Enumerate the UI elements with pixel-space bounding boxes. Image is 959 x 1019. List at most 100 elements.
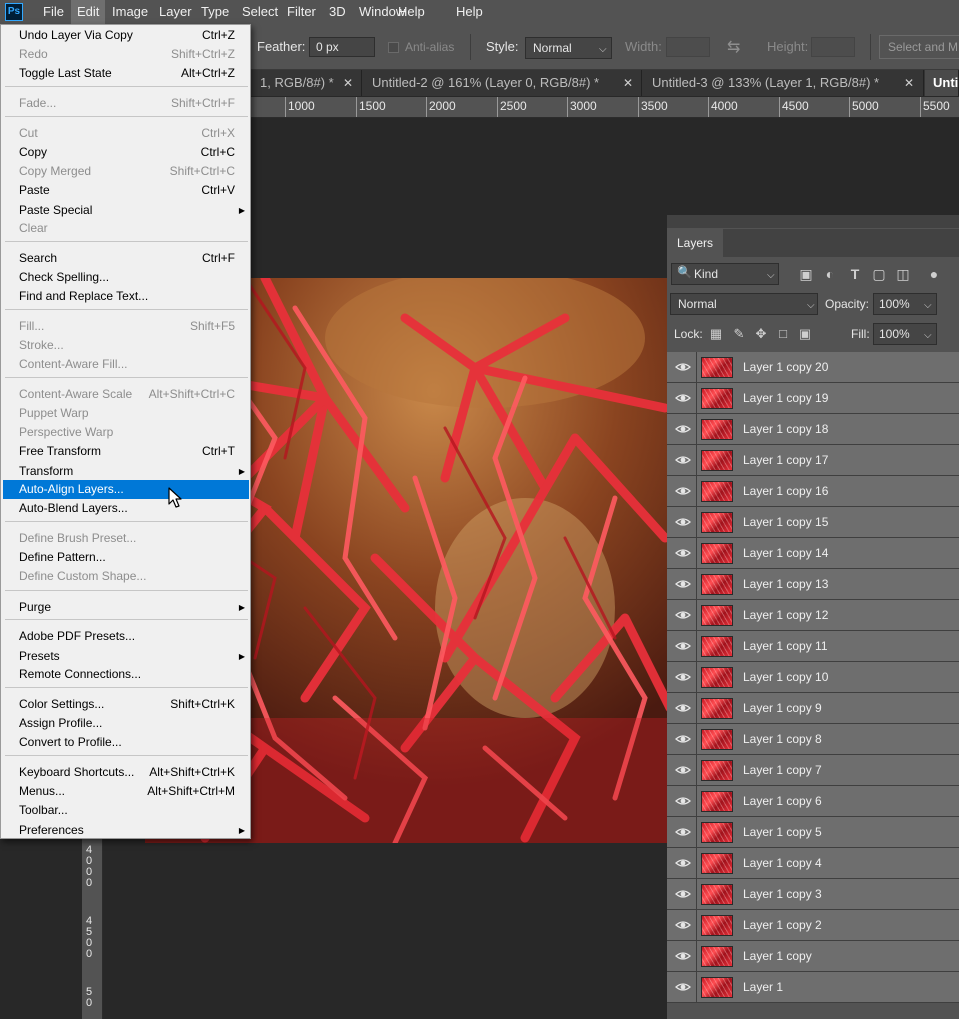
eye-visibility-icon[interactable] [675, 359, 691, 375]
tab-untitled-active[interactable]: Unti [925, 70, 959, 96]
eye-visibility-icon[interactable] [675, 421, 691, 437]
eye-visibility-icon[interactable] [675, 855, 691, 871]
blend-mode-select[interactable]: Normal [670, 293, 818, 315]
tab-untitled-2[interactable]: Untitled-2 @ 161% (Layer 0, RGB/8#) * [364, 70, 642, 96]
menu-item-find-replace[interactable]: Find and Replace Text... [3, 287, 249, 306]
eye-visibility-icon[interactable] [675, 948, 691, 964]
eye-visibility-icon[interactable] [675, 762, 691, 778]
close-icon[interactable]: ✕ [343, 70, 353, 96]
swap-dimensions-icon[interactable]: ⇆ [727, 37, 740, 57]
prevent-autonest-icon[interactable]: □ [775, 326, 791, 342]
layer-row[interactable]: Layer 1 copy 7 [667, 755, 959, 786]
menu-item-toolbar[interactable]: Toolbar... [3, 801, 249, 820]
menu-item-keyboard-shortcuts[interactable]: Keyboard Shortcuts... Alt+Shift+Ctrl+K [3, 763, 249, 782]
layer-row[interactable]: Layer 1 copy 2 [667, 910, 959, 941]
menu-item-convert-to-profile[interactable]: Convert to Profile... [3, 733, 249, 752]
anti-alias-checkbox[interactable] [388, 42, 399, 53]
menu-item-menus[interactable]: Menus... Alt+Shift+Ctrl+M [3, 782, 249, 801]
menu-item-transform[interactable]: Transform ▶ [3, 462, 249, 481]
layer-row[interactable]: Layer 1 copy 18 [667, 414, 959, 445]
eye-visibility-icon[interactable] [675, 452, 691, 468]
menu-item-preferences[interactable]: Preferences ▶ [3, 821, 249, 840]
close-icon[interactable]: ✕ [904, 70, 914, 96]
layer-row[interactable]: Layer 1 copy 20 [667, 352, 959, 383]
lock-position-icon[interactable]: ✥ [753, 326, 769, 342]
menu-item-auto-blend-layers[interactable]: Auto-Blend Layers... [3, 499, 249, 518]
eye-visibility-icon[interactable] [675, 979, 691, 995]
eye-visibility-icon[interactable] [675, 824, 691, 840]
layer-row[interactable]: Layer 1 copy 3 [667, 879, 959, 910]
menu-item-search[interactable]: Search Ctrl+F [3, 249, 249, 268]
layer-row[interactable]: Layer 1 copy 11 [667, 631, 959, 662]
eye-visibility-icon[interactable] [675, 390, 691, 406]
eye-visibility-icon[interactable] [675, 886, 691, 902]
adjustment-filter-icon[interactable]: ◐ [821, 266, 839, 282]
eye-visibility-icon[interactable] [675, 731, 691, 747]
layer-row[interactable]: Layer 1 copy 8 [667, 724, 959, 755]
close-icon[interactable]: ✕ [623, 70, 633, 96]
menu-filter[interactable]: Filter [281, 0, 322, 24]
tab-untitled-3[interactable]: Untitled-3 @ 133% (Layer 1, RGB/8#) * [644, 70, 924, 96]
layer-row[interactable]: Layer 1 copy 15 [667, 507, 959, 538]
width-input[interactable] [666, 37, 710, 57]
menu-item-paste-special[interactable]: Paste Special ▶ [3, 201, 249, 220]
menu-item-auto-align-layers[interactable]: Auto-Align Layers... [3, 480, 249, 499]
menu-edit[interactable]: Edit [71, 0, 106, 24]
feather-input[interactable]: 0 px [309, 37, 375, 57]
type-filter-icon[interactable]: T [846, 266, 864, 282]
menu-item-purge[interactable]: Purge ▶ [3, 598, 249, 617]
image-filter-icon[interactable]: ▣ [797, 266, 815, 282]
height-input[interactable] [811, 37, 855, 57]
layer-row[interactable]: Layer 1 copy [667, 941, 959, 972]
menu-item-undo[interactable]: Undo Layer Via Copy Ctrl+Z [3, 26, 249, 45]
layer-row[interactable]: Layer 1 copy 16 [667, 476, 959, 507]
eye-visibility-icon[interactable] [675, 917, 691, 933]
layer-row[interactable]: Layer 1 copy 4 [667, 848, 959, 879]
menu-layer[interactable]: Layer [153, 0, 198, 24]
menu-item-toggle-last-state[interactable]: Toggle Last State Alt+Ctrl+Z [3, 64, 249, 83]
menu-item-paste[interactable]: Paste Ctrl+V [3, 181, 249, 200]
lock-all-icon[interactable]: ▣ [797, 326, 813, 342]
menu-image[interactable]: Image [106, 0, 154, 24]
layer-row[interactable]: Layer 1 copy 5 [667, 817, 959, 848]
lock-image-pixels-icon[interactable]: ✎ [731, 326, 747, 342]
lock-transparent-pixels-icon[interactable]: ▦ [708, 326, 724, 342]
menu-item-free-transform[interactable]: Free Transform Ctrl+T [3, 442, 249, 461]
menu-item-copy[interactable]: Copy Ctrl+C [3, 143, 249, 162]
menu-item-adobe-pdf-presets[interactable]: Adobe PDF Presets... [3, 627, 249, 646]
smart-object-filter-icon[interactable]: ◫ [894, 266, 912, 282]
eye-visibility-icon[interactable] [675, 483, 691, 499]
menu-item-remote-connections[interactable]: Remote Connections... [3, 665, 249, 684]
eye-visibility-icon[interactable] [675, 514, 691, 530]
eye-visibility-icon[interactable] [675, 607, 691, 623]
menu-item-assign-profile[interactable]: Assign Profile... [3, 714, 249, 733]
layer-row[interactable]: Layer 1 copy 9 [667, 693, 959, 724]
layer-row[interactable]: Layer 1 copy 14 [667, 538, 959, 569]
menu-type[interactable]: Type [195, 0, 235, 24]
layer-row[interactable]: Layer 1 copy 12 [667, 600, 959, 631]
menu-file[interactable]: File [37, 0, 70, 24]
layer-row[interactable]: Layer 1 copy 10 [667, 662, 959, 693]
eye-visibility-icon[interactable] [675, 576, 691, 592]
menu-item-color-settings[interactable]: Color Settings... Shift+Ctrl+K [3, 695, 249, 714]
layer-row[interactable]: Layer 1 copy 19 [667, 383, 959, 414]
layer-row[interactable]: Layer 1 copy 6 [667, 786, 959, 817]
eye-visibility-icon[interactable] [675, 669, 691, 685]
select-and-mask-button[interactable]: Select and M [879, 35, 959, 59]
layer-row[interactable]: Layer 1 copy 13 [667, 569, 959, 600]
eye-visibility-icon[interactable] [675, 700, 691, 716]
eye-visibility-icon[interactable] [675, 793, 691, 809]
menu-item-define-pattern[interactable]: Define Pattern... [3, 548, 249, 567]
menu-3d[interactable]: 3D [323, 0, 352, 24]
shape-filter-icon[interactable]: ▢ [870, 266, 888, 282]
menu-window[interactable]: Help [392, 0, 431, 24]
eye-visibility-icon[interactable] [675, 545, 691, 561]
menu-select[interactable]: Select [236, 0, 284, 24]
eye-visibility-icon[interactable] [675, 638, 691, 654]
layers-panel-tab[interactable]: Layers [667, 229, 723, 257]
filter-toggle-icon[interactable]: ● [925, 266, 943, 282]
menu-item-check-spelling[interactable]: Check Spelling... [3, 268, 249, 287]
menu-help[interactable]: Help [450, 0, 489, 24]
layer-row[interactable]: Layer 1 [667, 972, 959, 1003]
layer-row[interactable]: Layer 1 copy 17 [667, 445, 959, 476]
